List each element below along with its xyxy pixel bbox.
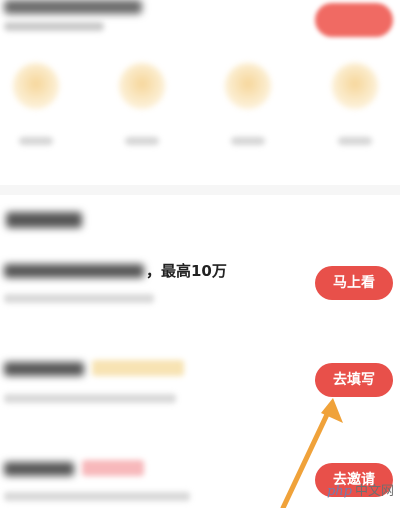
- task-subtitle: [4, 394, 176, 403]
- watermark-text: 中文网: [354, 484, 394, 499]
- section-divider: [0, 185, 400, 195]
- coin-icon: [13, 63, 59, 109]
- fill-in-button[interactable]: 去填写: [315, 363, 393, 397]
- header-row: [0, 0, 400, 48]
- checkin-day-label: [19, 137, 53, 145]
- reward-badge: [92, 360, 184, 376]
- task-item-watch: ，最高10万 马上看: [0, 250, 400, 330]
- header-action-button[interactable]: [315, 3, 393, 37]
- coin-icon: [332, 63, 378, 109]
- task-item-fill: 去填写: [0, 350, 400, 430]
- checkin-day-label: [125, 137, 159, 145]
- checkin-day-4[interactable]: [325, 63, 385, 145]
- watermark-brand: php: [326, 484, 352, 499]
- section-title: [6, 212, 82, 228]
- checkin-day-label: [338, 137, 372, 145]
- coin-icon: [119, 63, 165, 109]
- task-title: [4, 264, 144, 278]
- checkin-row: [0, 55, 400, 165]
- task-title: [4, 362, 84, 376]
- watermark: php 中文网: [327, 482, 394, 502]
- checkin-day-1[interactable]: [6, 63, 66, 145]
- task-subtitle: [4, 492, 190, 501]
- task-title: [4, 462, 74, 476]
- watch-now-button[interactable]: 马上看: [315, 266, 393, 300]
- task-title-suffix: ，最高10万: [146, 262, 227, 280]
- checkin-day-2[interactable]: [112, 63, 172, 145]
- coin-icon: [225, 63, 271, 109]
- reward-badge: [82, 460, 144, 476]
- checkin-day-label: [231, 137, 265, 145]
- task-subtitle: [4, 294, 154, 303]
- header-subtitle: [4, 22, 104, 31]
- checkin-day-3[interactable]: [218, 63, 278, 145]
- header-title: [4, 0, 142, 14]
